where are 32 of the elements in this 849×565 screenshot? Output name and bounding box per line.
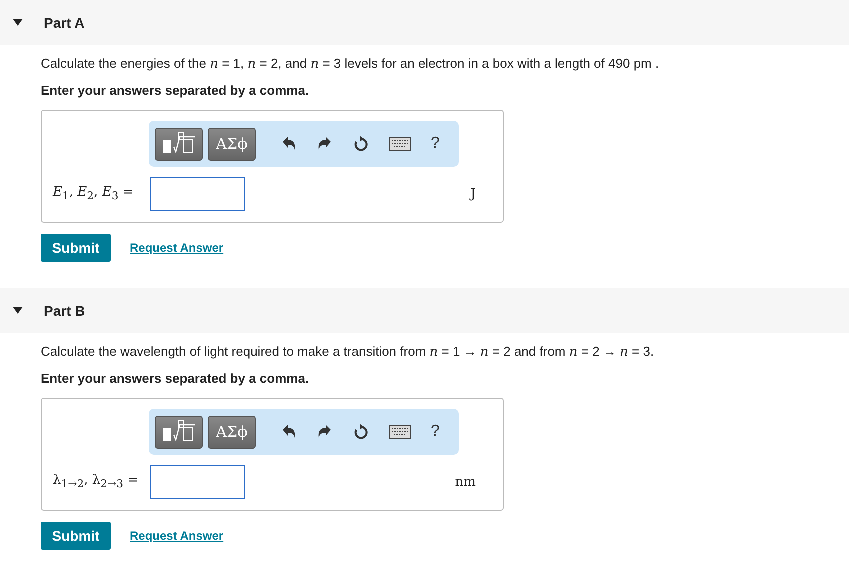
question-text: Calculate the energies of the n = 1, n = 2, and n = 3 levels for an electron in a box with a length of 490 pm . [41,55,660,74]
templates-button[interactable] [155,416,203,448]
answer-label: E$_{1}$, E$_{2}$, E$_{3}$ = [52,185,135,203]
symbols-button[interactable]: ΑΣϕ [208,128,256,160]
collapse-arrow-icon[interactable] [13,307,23,314]
unit-label: J [470,186,476,202]
answer-label: λ$_{1→2}$, λ$_{2→3}$ = [52,473,139,491]
instruction-text: Enter your answers separated by a comma. [41,370,310,388]
redo-icon[interactable] [317,136,333,152]
symbols-button[interactable]: ΑΣϕ [208,416,256,448]
submit-button[interactable]: Submit [41,522,111,550]
answer-field[interactable] [150,465,245,499]
submit-button[interactable]: Submit [41,234,111,262]
help-button[interactable]: ? [431,423,440,441]
part-title[interactable]: Part B [44,302,86,318]
templates-button[interactable] [155,128,203,160]
question-text: Calculate the wavelength of light required to make a transition from n = 1 → n = 2 and from n = 2 → n = 3. [41,343,656,362]
collapse-arrow-icon[interactable] [13,19,23,26]
unit-label: nm [455,474,476,490]
undo-icon[interactable] [281,136,297,152]
keyboard-icon[interactable] [389,425,411,439]
request-answer-link[interactable]: Request Answer [130,529,224,543]
answer-field[interactable] [150,177,245,211]
part-title[interactable]: Part A [44,14,85,30]
keyboard-icon[interactable] [389,137,411,151]
redo-icon[interactable] [317,424,333,440]
instruction-text: Enter your answers separated by a comma. [41,82,310,100]
reset-icon[interactable] [353,424,369,440]
request-answer-link[interactable]: Request Answer [130,241,224,255]
reset-icon[interactable] [353,136,369,152]
help-button[interactable]: ? [431,135,440,153]
undo-icon[interactable] [281,424,297,440]
